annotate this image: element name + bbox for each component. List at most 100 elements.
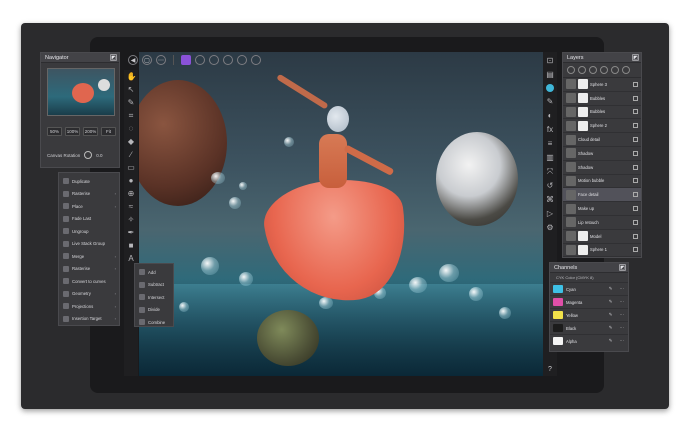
transform-panel-icon[interactable]: ⤧ <box>546 167 555 176</box>
channel-more-icon[interactable]: ⋯ <box>620 286 625 292</box>
edit-channel-icon[interactable]: ✎ <box>609 299 613 305</box>
liquify-persona-icon[interactable] <box>195 55 205 65</box>
channel-more-icon[interactable]: ⋯ <box>620 312 625 318</box>
layer-visibility-checkbox[interactable] <box>633 247 638 253</box>
crop-tool-icon[interactable]: ⌗ <box>127 111 136 120</box>
submenu-item-subtract[interactable]: Subtract <box>135 279 173 292</box>
live-filter-icon[interactable] <box>600 66 608 74</box>
layer-row[interactable]: Lip retouch <box>563 216 641 230</box>
more-icon[interactable]: ⋯ <box>156 55 166 65</box>
layer-mask-icon[interactable] <box>578 66 586 74</box>
layer-row[interactable]: Bubbles <box>563 92 641 106</box>
selection-brush-icon[interactable]: ◌ <box>127 124 136 133</box>
edit-channel-icon[interactable]: ✎ <box>609 286 613 292</box>
paint-brush-icon[interactable]: ∕ <box>127 150 136 159</box>
layer-visibility-checkbox[interactable] <box>633 178 638 184</box>
layer-opacity-icon[interactable] <box>567 66 575 74</box>
adjustments-panel-icon[interactable]: ◐ <box>546 111 555 120</box>
layer-row[interactable]: Sphere 1 <box>563 244 641 258</box>
flood-fill-icon[interactable]: ◆ <box>127 137 136 146</box>
develop-persona-icon[interactable] <box>209 55 219 65</box>
channels-panel-icon[interactable]: ≡ <box>546 139 555 148</box>
zoom-200-button[interactable]: 200% <box>83 127 98 136</box>
pin-icon[interactable]: ◩ <box>632 54 639 61</box>
document-canvas[interactable] <box>139 52 543 376</box>
layer-row[interactable]: Motion bubble <box>563 175 641 189</box>
navigator-panel-icon[interactable]: ⊡ <box>546 56 555 65</box>
settings-icon[interactable] <box>251 55 261 65</box>
snapshots-panel-icon[interactable]: ⌘ <box>546 195 555 204</box>
erase-brush-icon[interactable]: ▭ <box>127 163 136 172</box>
zoom-50-button[interactable]: 50% <box>47 127 62 136</box>
submenu-item-intersect[interactable]: Intersect <box>135 291 173 304</box>
submenu-item-add[interactable]: Add <box>135 266 173 279</box>
blur-brush-icon[interactable]: ≈ <box>127 202 136 211</box>
channel-more-icon[interactable]: ⋯ <box>620 299 625 305</box>
menu-item-live-stack-group[interactable]: Live Stack Group <box>59 238 119 251</box>
delete-layer-icon[interactable] <box>622 66 630 74</box>
channel-row[interactable]: Yellow ✎ ⋯ <box>550 308 628 321</box>
histogram-panel-icon[interactable]: ▥ <box>546 153 555 162</box>
move-tool-icon[interactable]: ↖ <box>127 85 136 94</box>
channel-row[interactable]: Magenta ✎ ⋯ <box>550 295 628 308</box>
dodge-brush-icon[interactable]: ● <box>127 176 136 185</box>
menu-item-geometry[interactable]: Geometry › <box>59 288 119 301</box>
eyedropper-tool-icon[interactable]: ✎ <box>127 98 136 107</box>
layers-panel-icon[interactable]: ▤ <box>546 70 555 79</box>
layer-row[interactable]: Model <box>563 230 641 244</box>
library-panel-icon[interactable]: ⚙ <box>546 223 555 232</box>
menu-item-duplicate[interactable]: Duplicate <box>59 175 119 188</box>
zoom-100-button[interactable]: 100% <box>65 127 80 136</box>
channel-row[interactable]: Black ✎ ⋯ <box>550 321 628 334</box>
edit-channel-icon[interactable]: ✎ <box>609 312 613 318</box>
submenu-item-divide[interactable]: Divide <box>135 304 173 317</box>
document-icon[interactable]: ▢ <box>142 55 152 65</box>
menu-item-convert-to-curves[interactable]: Convert to curves <box>59 275 119 288</box>
layer-visibility-checkbox[interactable] <box>633 109 638 115</box>
layer-row[interactable]: Shadow <box>563 147 641 161</box>
layer-visibility-checkbox[interactable] <box>633 164 638 170</box>
edit-channel-icon[interactable]: ✎ <box>609 325 613 331</box>
back-icon[interactable]: ◀ <box>128 55 138 65</box>
layer-visibility-checkbox[interactable] <box>633 206 638 212</box>
zoom-fit-button[interactable]: Fit <box>101 127 116 136</box>
channel-row[interactable]: Alpha ✎ ⋯ <box>550 334 628 347</box>
menu-item-ungroup[interactable]: Ungroup <box>59 225 119 238</box>
menu-item-place[interactable]: Place › <box>59 200 119 213</box>
layer-visibility-checkbox[interactable] <box>633 192 638 198</box>
rotation-dial[interactable] <box>84 151 93 159</box>
layer-row[interactable]: Bubbles <box>563 106 641 120</box>
layer-visibility-checkbox[interactable] <box>633 137 638 143</box>
effects-panel-icon[interactable]: fx <box>546 125 555 134</box>
channel-row[interactable]: Cyan ✎ ⋯ <box>550 282 628 295</box>
layer-row[interactable]: Face detail <box>563 188 641 203</box>
layer-visibility-checkbox[interactable] <box>633 95 638 101</box>
tone-map-persona-icon[interactable] <box>223 55 233 65</box>
clone-brush-icon[interactable]: ⊕ <box>127 189 136 198</box>
help-icon[interactable]: ? <box>543 363 557 376</box>
menu-item-insertion-target[interactable]: Insertion Target › <box>59 313 119 326</box>
text-tool-icon[interactable]: A <box>127 254 136 263</box>
add-layer-icon[interactable] <box>611 66 619 74</box>
layer-row[interactable]: Shadow <box>563 161 641 175</box>
layer-row[interactable]: Make up <box>563 202 641 216</box>
layer-visibility-checkbox[interactable] <box>633 219 638 225</box>
layer-visibility-checkbox[interactable] <box>633 233 638 239</box>
menu-item-projections[interactable]: Projections › <box>59 300 119 313</box>
photo-persona-icon[interactable] <box>181 55 191 65</box>
menu-item-fade-last[interactable]: Fade Last <box>59 213 119 226</box>
layer-row[interactable]: Sphere 3 <box>563 78 641 92</box>
layer-visibility-checkbox[interactable] <box>633 150 638 156</box>
menu-item-rasterise-2[interactable]: Rasterise › <box>59 263 119 276</box>
layer-visibility-checkbox[interactable] <box>633 123 638 129</box>
layer-visibility-checkbox[interactable] <box>633 81 638 87</box>
layer-row[interactable]: Sphere 2 <box>563 119 641 134</box>
navigator-thumbnail[interactable] <box>47 68 115 116</box>
export-persona-icon[interactable] <box>237 55 247 65</box>
pin-icon[interactable]: ◩ <box>619 264 626 271</box>
menu-item-rasterise[interactable]: Rasterise › <box>59 188 119 201</box>
canvas-rotation-value[interactable]: 0.0 <box>96 153 102 158</box>
history-panel-icon[interactable]: ↺ <box>546 181 555 190</box>
inpainting-brush-icon[interactable]: ✧ <box>127 215 136 224</box>
edit-channel-icon[interactable]: ✎ <box>609 338 613 344</box>
